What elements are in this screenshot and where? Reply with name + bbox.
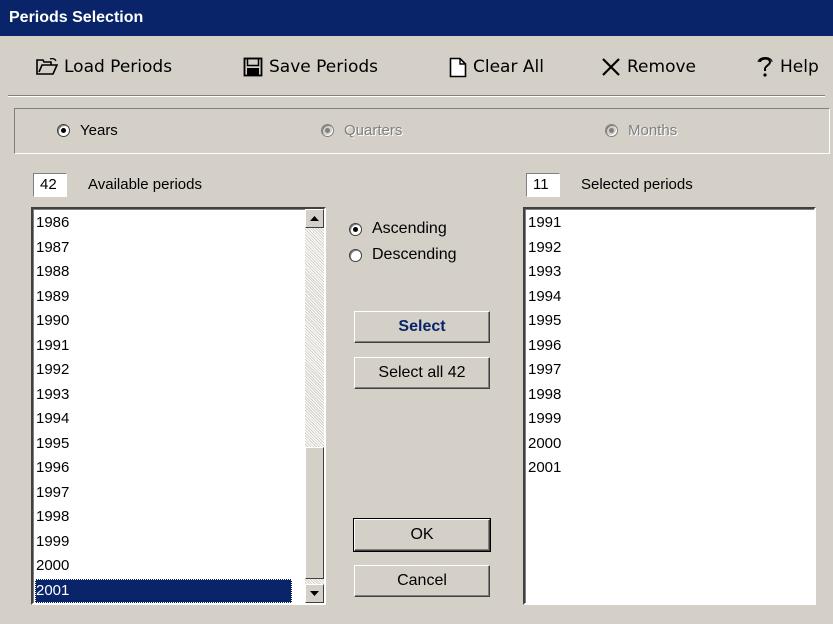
list-item[interactable]: 2001 [35, 578, 292, 603]
list-item[interactable]: 1992 [35, 358, 292, 383]
list-item[interactable]: 1994 [527, 285, 561, 310]
periods-selection-window: Periods Selection Load Periods Save Peri… [0, 0, 833, 624]
list-item[interactable]: 1994 [35, 407, 292, 432]
x-icon [602, 58, 620, 76]
blank-page-icon [449, 57, 467, 77]
remove-button[interactable]: Remove [601, 52, 696, 82]
list-item[interactable]: 1998 [35, 505, 292, 530]
selected-periods-label: Selected periods [581, 176, 693, 193]
list-item[interactable]: 1992 [527, 236, 561, 261]
quarters-label: Quarters [344, 122, 403, 139]
floppy-disk-icon [243, 57, 263, 77]
list-item[interactable]: 1993 [35, 383, 292, 408]
available-periods-list[interactable]: 1986 1987 1988 1989 1990 1991 1992 1993 1994 1995… [31, 207, 326, 605]
save-periods-button[interactable]: Save Periods [243, 52, 378, 82]
radio-checked-icon [349, 222, 362, 236]
select-button[interactable]: Select [354, 311, 490, 343]
help-label: Help [780, 57, 819, 77]
ok-button[interactable]: OK [353, 518, 491, 552]
months-label: Months [628, 122, 678, 139]
question-mark-icon [757, 57, 773, 77]
help-button[interactable]: Help [756, 52, 819, 82]
available-items: 1986 1987 1988 1989 1990 1991 1992 1993 1994 1995… [35, 211, 292, 603]
arrow-up-icon [310, 215, 319, 221]
scroll-up-button[interactable] [305, 209, 324, 228]
list-item[interactable]: 1999 [527, 407, 561, 432]
toolbar-divider [8, 95, 825, 97]
selected-items: 1991 1992 1993 1994 1995 1996 1997 1998 1999 2000… [527, 211, 561, 481]
selected-count: 11 [526, 173, 560, 197]
remove-label: Remove [627, 57, 696, 77]
window-title: Periods Selection [0, 0, 833, 36]
list-item[interactable]: 1995 [35, 432, 292, 457]
years-label: Years [80, 122, 118, 139]
select-all-button[interactable]: Select all 42 [354, 357, 490, 389]
descending-radio[interactable]: Descending [349, 246, 457, 264]
list-item[interactable]: 1986 [35, 211, 292, 236]
granularity-group: Years Quarters Months [14, 108, 830, 154]
list-item[interactable]: 1999 [35, 530, 292, 555]
available-scrollbar[interactable] [305, 209, 324, 603]
arrow-down-icon [310, 590, 319, 596]
list-item[interactable]: 1998 [527, 383, 561, 408]
clear-all-button[interactable]: Clear All [449, 52, 544, 82]
selected-periods-list[interactable]: 1991 1992 1993 1994 1995 1996 1997 1998 1999 2000… [523, 207, 816, 605]
available-periods-label: Available periods [88, 176, 202, 193]
years-radio[interactable]: Years [57, 122, 118, 139]
radio-disabled-icon [321, 124, 334, 137]
list-item[interactable]: 1997 [35, 481, 292, 506]
toolbar: Load Periods Save Periods Clear All Remo… [0, 46, 833, 90]
radio-checked-icon [57, 124, 70, 137]
list-item[interactable]: 1995 [527, 309, 561, 334]
load-periods-button[interactable]: Load Periods [36, 52, 172, 82]
list-item[interactable]: 1987 [35, 236, 292, 261]
available-count: 42 [33, 173, 67, 197]
scroll-down-button[interactable] [305, 584, 324, 603]
clear-all-label: Clear All [473, 57, 544, 77]
list-item[interactable]: 1989 [35, 285, 292, 310]
scroll-thumb[interactable] [305, 447, 324, 579]
ascending-label: Ascending [372, 220, 447, 237]
list-item[interactable]: 1988 [35, 260, 292, 285]
list-item[interactable]: 2000 [35, 554, 292, 579]
radio-unchecked-icon [349, 248, 362, 262]
list-item[interactable]: 1996 [527, 334, 561, 359]
list-item[interactable]: 1991 [35, 334, 292, 359]
list-item[interactable]: 1990 [35, 309, 292, 334]
list-item[interactable]: 2000 [527, 432, 561, 457]
list-item[interactable]: 2001 [527, 456, 561, 481]
open-folder-icon [36, 58, 58, 75]
ascending-radio[interactable]: Ascending [349, 220, 447, 238]
quarters-radio: Quarters [321, 122, 402, 139]
load-periods-label: Load Periods [64, 57, 173, 77]
months-radio: Months [605, 122, 677, 139]
radio-disabled-icon [605, 124, 618, 137]
list-item[interactable]: 1991 [527, 211, 561, 236]
descending-label: Descending [372, 246, 457, 263]
list-item[interactable]: 1996 [35, 456, 292, 481]
list-item[interactable]: 1997 [527, 358, 561, 383]
save-periods-label: Save Periods [269, 57, 378, 77]
cancel-button[interactable]: Cancel [354, 565, 490, 597]
list-item[interactable]: 1993 [527, 260, 561, 285]
